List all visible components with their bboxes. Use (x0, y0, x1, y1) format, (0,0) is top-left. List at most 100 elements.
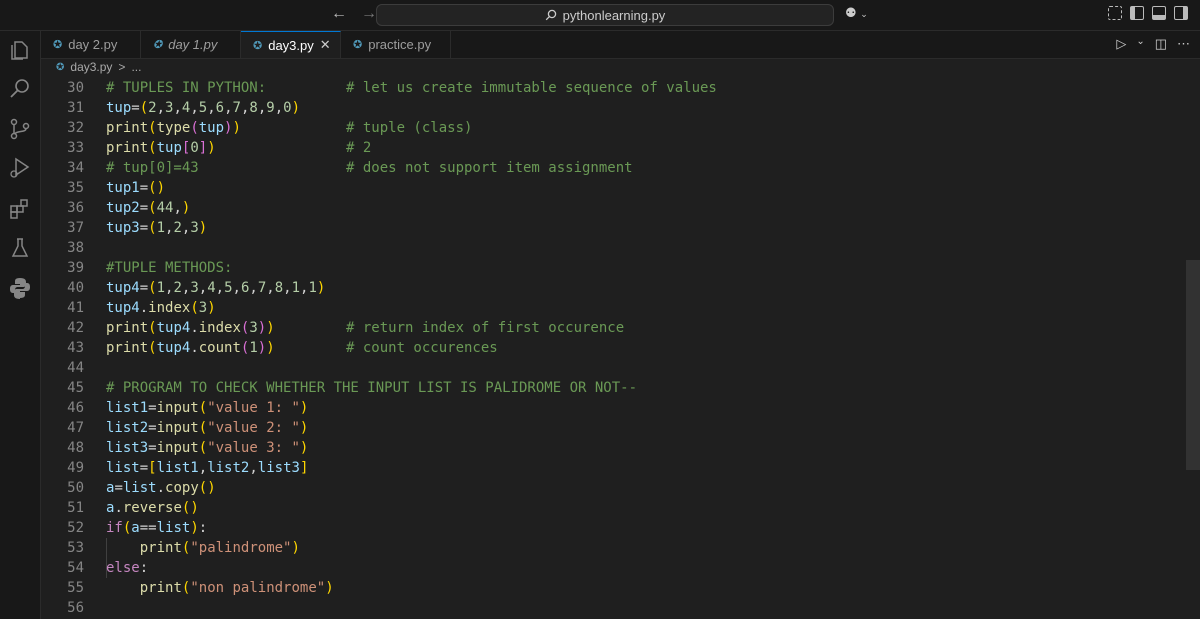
tab-label: day3.py (268, 37, 314, 53)
code-text: list2=input("value 2: ") (106, 420, 309, 436)
code-text: print(tup4.index(3)) (106, 320, 275, 336)
line-number: 31 (67, 100, 84, 116)
code-text: list=[list1,list2,list3] (106, 460, 309, 476)
line-number: 35 (67, 180, 84, 196)
code-text: tup1=() (106, 180, 166, 196)
run-debug-icon[interactable] (8, 156, 32, 180)
breadcrumb-more[interactable]: ... (131, 60, 141, 74)
code-text: # TUPLES IN PYTHON: (106, 80, 267, 96)
line-number: 43 (67, 340, 84, 356)
line-number: 54 (67, 560, 84, 576)
line-number: 37 (67, 220, 84, 236)
customize-layout-icon[interactable] (1108, 6, 1122, 20)
code-text: a=list.copy() (106, 480, 216, 496)
code-text: tup4.index(3) (106, 300, 216, 316)
activity-bar (0, 31, 41, 619)
code-text: tup2=(44,) (106, 200, 191, 216)
python-file-icon: ✪ (56, 61, 65, 73)
tab-label: day 2.py (68, 37, 118, 52)
chevron-down-icon: ⌄ (860, 9, 868, 19)
code-text: #TUPLE METHODS: (106, 260, 233, 276)
split-editor-icon[interactable]: ◫ (1155, 36, 1167, 52)
line-number: 42 (67, 320, 84, 336)
line-number: 39 (67, 260, 84, 276)
vertical-scrollbar[interactable] (1186, 260, 1200, 470)
line-number: 46 (67, 400, 84, 416)
code-text: if(a==list): (106, 520, 208, 536)
copilot-icon: ⚉ (845, 5, 857, 20)
tab-day3[interactable]: ✪ day3.py ✕ (241, 31, 341, 58)
tab-label: practice.py (368, 37, 432, 52)
navigation-arrows: ← → (330, 5, 378, 23)
line-number: 34 (67, 160, 84, 176)
extensions-icon[interactable] (8, 197, 32, 221)
code-text: # tup[0]=43 (106, 160, 199, 176)
explorer-icon[interactable] (8, 38, 32, 62)
code-text: # PROGRAM TO CHECK WHETHER THE INPUT LIS… (106, 380, 638, 396)
search-icon (545, 9, 556, 21)
inline-comment: # does not support item assignment (346, 160, 633, 176)
python-file-icon: ✪ (153, 39, 163, 51)
editor-actions: ▷ ⌄ ◫ ⋯ (1116, 36, 1190, 52)
layout-controls (1108, 6, 1188, 20)
more-actions-icon[interactable]: ⋯ (1177, 36, 1190, 52)
code-text: list3=input("value 3: ") (106, 440, 309, 456)
command-center[interactable]: pythonlearning.py (376, 4, 834, 26)
inline-comment: # tuple (class) (346, 120, 473, 136)
chevron-down-icon[interactable]: ⌄ (1136, 36, 1144, 52)
python-file-icon: ✪ (253, 39, 263, 52)
line-number: 41 (67, 300, 84, 316)
tab-day-2[interactable]: ✪ day 2.py (41, 31, 141, 58)
line-number: 56 (67, 600, 84, 616)
toggle-secondary-sidebar-icon[interactable] (1174, 6, 1188, 20)
toggle-panel-icon[interactable] (1152, 6, 1166, 20)
code-text: tup3=(1,2,3) (106, 220, 208, 236)
testing-icon[interactable] (8, 236, 32, 260)
line-number: 38 (67, 240, 84, 256)
python-file-icon: ✪ (53, 39, 63, 51)
inline-comment: # count occurences (346, 340, 498, 356)
code-text: list1=input("value 1: ") (106, 400, 309, 416)
python-icon[interactable] (8, 276, 32, 300)
line-number: 40 (67, 280, 84, 296)
code-text: print("palindrome") (139, 540, 300, 556)
code-text: print(type(tup)) (106, 120, 241, 136)
breadcrumb-file[interactable]: day3.py (70, 60, 112, 74)
line-number: 48 (67, 440, 84, 456)
inline-comment: # return index of first occurence (346, 320, 625, 336)
line-number: 53 (67, 540, 84, 556)
code-text: print("non palindrome") (139, 580, 334, 596)
code-editor[interactable]: 30 # TUPLES IN PYTHON: # let us create imm… (41, 78, 1186, 619)
title-bar: ← → pythonlearning.py ⚉ ⌄ (0, 0, 1200, 31)
copilot-button[interactable]: ⚉ ⌄ (845, 5, 868, 21)
close-icon[interactable]: ✕ (320, 37, 331, 53)
source-control-icon[interactable] (8, 117, 32, 141)
code-text: print(tup4.count(1)) (106, 340, 275, 356)
line-number: 44 (67, 360, 84, 376)
run-icon[interactable]: ▷ (1116, 36, 1126, 52)
line-number: 32 (67, 120, 84, 136)
code-text: print(tup[0]) (106, 140, 216, 156)
line-number: 45 (67, 380, 84, 396)
line-number: 52 (67, 520, 84, 536)
python-file-icon: ✪ (353, 39, 363, 51)
line-number: 55 (67, 580, 84, 596)
tab-practice[interactable]: ✪ practice.py (341, 31, 451, 58)
breadcrumb: ✪ day3.py > ... (41, 58, 141, 76)
command-center-text: pythonlearning.py (562, 7, 666, 23)
code-text: a.reverse() (106, 500, 199, 516)
code-text: tup4=(1,2,3,4,5,6,7,8,1,1) (106, 280, 326, 296)
tab-day-1[interactable]: ✪ day 1.py (141, 31, 241, 58)
line-number: 30 (67, 80, 84, 96)
line-number: 49 (67, 460, 84, 476)
inline-comment: # let us create immutable sequence of va… (346, 80, 717, 96)
search-icon[interactable] (8, 77, 32, 101)
inline-comment: # 2 (346, 140, 372, 156)
line-number: 47 (67, 420, 84, 436)
line-number: 36 (67, 200, 84, 216)
tab-label: day 1.py (168, 37, 218, 52)
line-number: 33 (67, 140, 84, 156)
back-arrow-icon[interactable]: ← (330, 5, 348, 23)
toggle-primary-sidebar-icon[interactable] (1130, 6, 1144, 20)
code-text: else: (106, 560, 149, 576)
